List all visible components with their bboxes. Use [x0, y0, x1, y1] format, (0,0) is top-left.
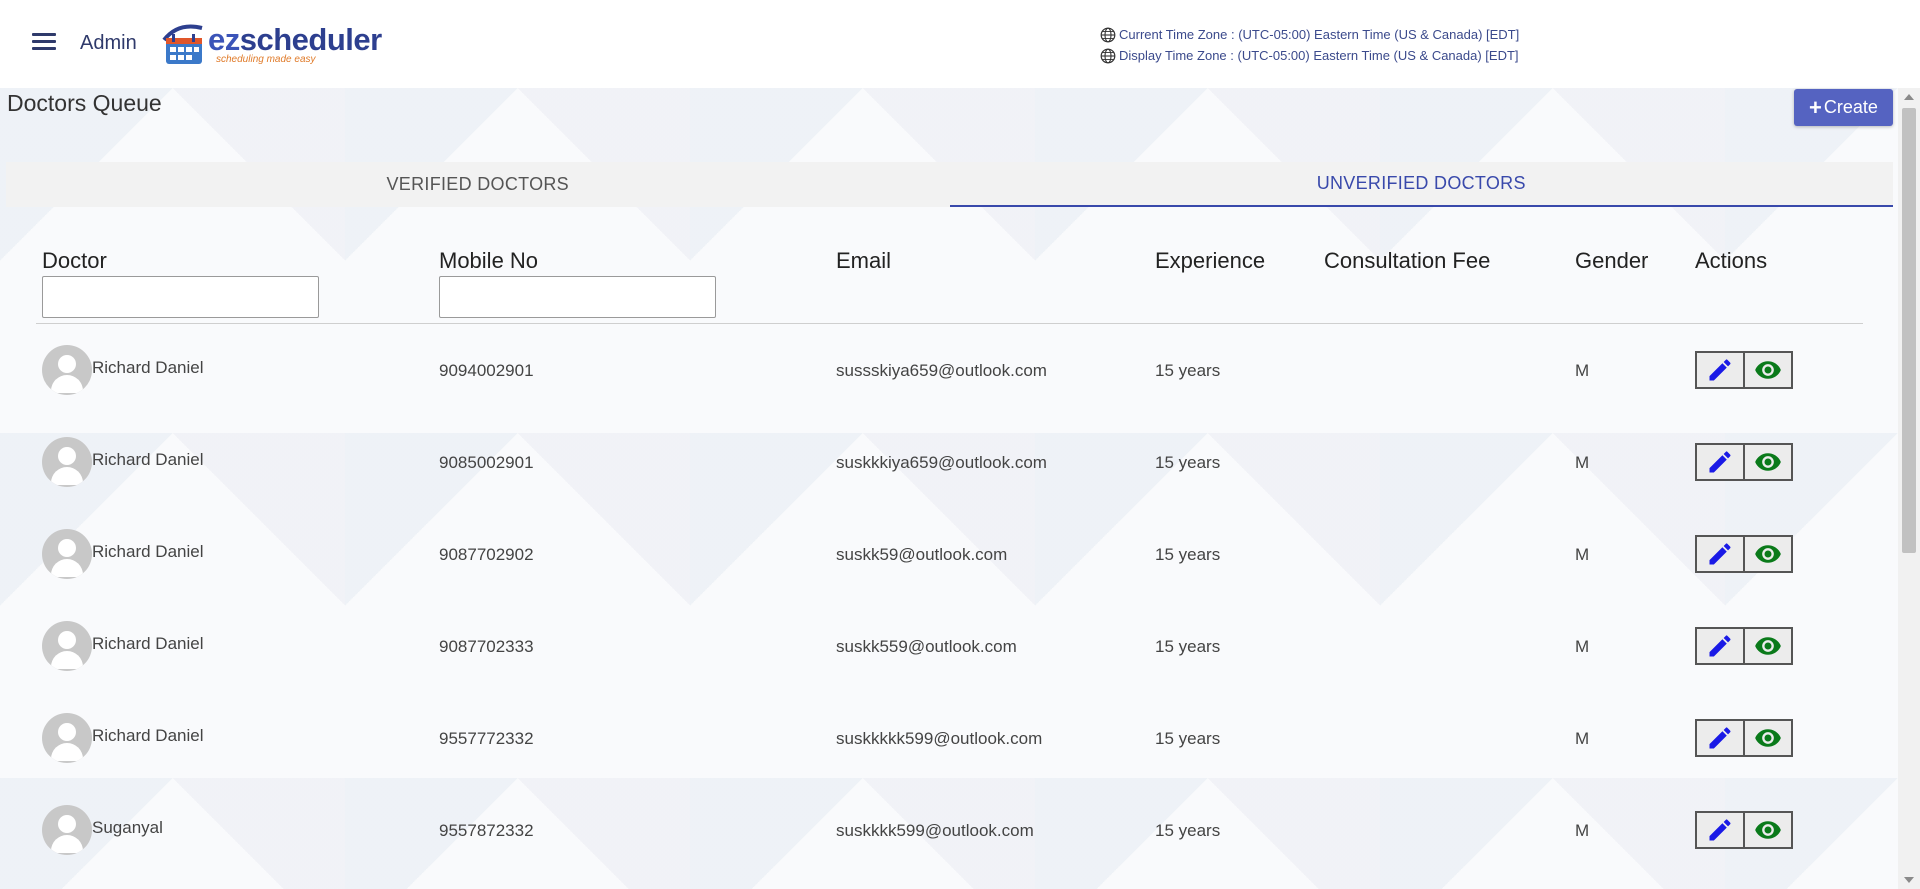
doctor-email: suskk559@outlook.com [836, 637, 1017, 656]
eye-icon [1755, 729, 1781, 747]
doctor-gender: M [1575, 821, 1590, 840]
edit-button[interactable] [1695, 811, 1745, 849]
doctor-name: Richard Daniel [92, 542, 204, 561]
doctor-experience: 15 years [1155, 821, 1221, 840]
doctor-gender: M [1575, 361, 1590, 380]
app-header: Admin ezscheduler scheduling made easy C… [0, 0, 1920, 88]
logo-tagline: scheduling made easy [216, 54, 316, 65]
pencil-icon [1709, 727, 1731, 749]
doctor-mobile: 9087702902 [439, 545, 534, 564]
doctor-name: Richard Daniel [92, 634, 204, 653]
tab-unverified-doctors[interactable]: UNVERIFIED DOCTORS [949, 162, 1893, 207]
pencil-icon [1709, 359, 1731, 381]
doctor-gender: M [1575, 637, 1590, 656]
pencil-icon [1709, 543, 1731, 565]
view-button[interactable] [1743, 443, 1793, 481]
column-header-actions: Actions [1695, 248, 1768, 273]
doctor-filter-input[interactable] [42, 276, 319, 318]
doctor-email: suskk59@outlook.com [836, 545, 1008, 564]
table-row: Richard Daniel 9094002901 sussskiya659@out… [36, 345, 1863, 437]
eye-icon [1755, 453, 1781, 471]
column-header-experience[interactable]: Experience [1155, 248, 1265, 274]
user-avatar-icon [42, 713, 92, 763]
doctor-experience: 15 years [1155, 361, 1221, 380]
logo-wordmark: ezscheduler [208, 22, 382, 57]
doctor-mobile: 9557772332 [439, 729, 534, 748]
doctor-email: suskkkk599@outlook.com [836, 821, 1034, 840]
calendar-logo-icon [162, 24, 203, 64]
user-avatar-icon [42, 805, 92, 855]
table-row: Richard Daniel 9557772332 suskkkkk599@outl… [36, 713, 1863, 805]
doctor-name: Richard Daniel [92, 450, 204, 469]
current-timezone: Current Time Zone : (UTC-05:00) Eastern … [1100, 24, 1519, 45]
doctor-name: Richard Daniel [92, 726, 204, 745]
doctor-mobile: 9094002901 [439, 361, 534, 380]
view-button[interactable] [1743, 351, 1793, 389]
view-button[interactable] [1743, 811, 1793, 849]
page-title: Doctors Queue [7, 90, 162, 116]
eye-icon [1755, 361, 1781, 379]
table-row: Richard Daniel 9087702902 suskk59@outlook.… [36, 529, 1863, 621]
pencil-icon [1709, 819, 1731, 841]
doctor-gender: M [1575, 545, 1590, 564]
vertical-scrollbar[interactable] [1898, 88, 1920, 889]
pencil-icon [1709, 451, 1731, 473]
doctor-mobile: 9087702333 [439, 637, 534, 656]
timezone-info: Current Time Zone : (UTC-05:00) Eastern … [1100, 24, 1519, 66]
display-timezone: Display Time Zone : (UTC-05:00) Eastern … [1100, 45, 1519, 66]
edit-button[interactable] [1695, 443, 1745, 481]
doctor-name: Suganyal [92, 818, 163, 837]
doctor-gender: M [1575, 729, 1590, 748]
doctor-email: sussskiya659@outlook.com [836, 361, 1047, 380]
globe-icon [1100, 48, 1116, 63]
table-row: Richard Daniel 9087702333 suskk559@outlook… [36, 621, 1863, 713]
column-header-gender[interactable]: Gender [1575, 248, 1648, 274]
edit-button[interactable] [1695, 719, 1745, 757]
column-header-consultation-fee[interactable]: Consultation Fee [1324, 248, 1490, 274]
doctor-email: suskkkkk599@outlook.com [836, 729, 1043, 748]
column-header-doctor[interactable]: Doctor [42, 248, 107, 274]
create-button[interactable]: + Create [1794, 89, 1893, 126]
app-logo[interactable]: ezscheduler scheduling made easy [158, 20, 382, 68]
table-row: Suganyal 9557872332 suskkkk599@outlook.com… [36, 805, 1863, 889]
scroll-thumb[interactable] [1902, 108, 1916, 553]
eye-icon [1755, 545, 1781, 563]
user-avatar-icon [42, 529, 92, 579]
user-avatar-icon [42, 345, 92, 395]
doctor-mobile: 9557872332 [439, 821, 534, 840]
pencil-icon [1709, 635, 1731, 657]
eye-icon [1755, 821, 1781, 839]
doctor-experience: 15 years [1155, 545, 1221, 564]
doctor-experience: 15 years [1155, 453, 1221, 472]
edit-button[interactable] [1695, 351, 1745, 389]
view-button[interactable] [1743, 719, 1793, 757]
doctor-email: suskkkiya659@outlook.com [836, 453, 1047, 472]
scroll-up-arrow-icon[interactable] [1904, 94, 1914, 100]
scroll-down-arrow-icon[interactable] [1904, 877, 1914, 883]
globe-icon [1100, 27, 1116, 42]
doctor-gender: M [1575, 453, 1590, 472]
doctor-experience: 15 years [1155, 637, 1221, 656]
column-header-email[interactable]: Email [836, 248, 891, 274]
header-divider [36, 323, 1863, 324]
edit-button[interactable] [1695, 535, 1745, 573]
doctor-tabs: VERIFIED DOCTORS UNVERIFIED DOCTORS [6, 162, 1893, 207]
mobile-filter-input[interactable] [439, 276, 716, 318]
user-avatar-icon [42, 437, 92, 487]
view-button[interactable] [1743, 535, 1793, 573]
eye-icon [1755, 637, 1781, 655]
plus-icon: + [1809, 94, 1822, 120]
tab-verified-doctors[interactable]: VERIFIED DOCTORS [6, 162, 950, 207]
doctor-name: Richard Daniel [92, 358, 204, 377]
user-avatar-icon [42, 621, 92, 671]
doctor-experience: 15 years [1155, 729, 1221, 748]
doctor-mobile: 9085002901 [439, 453, 534, 472]
role-label: Admin [80, 32, 137, 54]
column-header-mobile[interactable]: Mobile No [439, 248, 538, 274]
edit-button[interactable] [1695, 627, 1745, 665]
table-row: Richard Daniel 9085002901 suskkkiya659@out… [36, 437, 1863, 529]
view-button[interactable] [1743, 627, 1793, 665]
hamburger-menu-icon[interactable] [32, 33, 56, 53]
